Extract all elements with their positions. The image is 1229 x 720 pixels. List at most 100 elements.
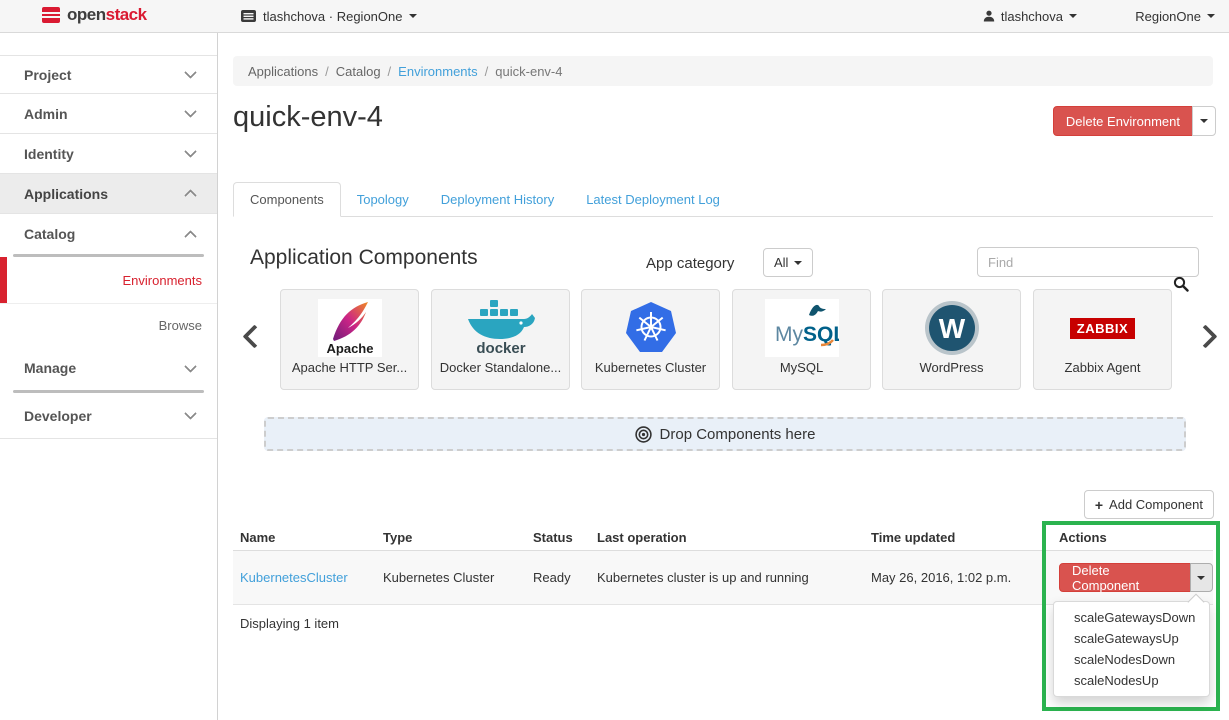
- plus-icon: +: [1095, 497, 1103, 513]
- sidebar-item-browse[interactable]: Browse: [0, 304, 217, 346]
- apache-logo-icon: Apache: [281, 296, 418, 360]
- breadcrumb-separator: /: [325, 64, 329, 79]
- kubernetes-logo-icon: [582, 296, 719, 360]
- page-title: quick-env-4: [233, 101, 383, 134]
- sidebar: Project Admin Identity Applications Cata…: [0, 33, 218, 720]
- sidebar-item-manage[interactable]: Manage: [0, 346, 217, 390]
- component-card-wordpress[interactable]: W WordPress: [882, 289, 1021, 390]
- chevron-down-icon: [409, 14, 417, 18]
- sidebar-item-developer[interactable]: Developer: [0, 393, 217, 439]
- section-heading: Application Components: [250, 246, 478, 270]
- component-card-label: WordPress: [883, 360, 1020, 375]
- target-icon: [635, 426, 652, 443]
- delete-environment-split-button: Delete Environment: [1053, 106, 1216, 136]
- drop-components-zone[interactable]: Drop Components here: [264, 417, 1186, 451]
- sidebar-item-applications[interactable]: Applications: [0, 174, 217, 214]
- component-card-label: Docker Standalone...: [432, 360, 569, 375]
- tab-latest-deployment-log[interactable]: Latest Deployment Log: [570, 183, 736, 216]
- menu-item-scale-nodes-up[interactable]: scaleNodesUp: [1054, 670, 1209, 691]
- sidebar-item-label: Catalog: [24, 226, 75, 242]
- sidebar-item-label: Identity: [24, 146, 74, 162]
- menu-item-scale-gateways-up[interactable]: scaleGatewaysUp: [1054, 628, 1209, 649]
- component-last-operation: Kubernetes cluster is up and running: [597, 570, 871, 585]
- column-header-type: Type: [383, 530, 533, 545]
- breadcrumb-applications: Applications: [248, 64, 318, 79]
- app-category-selected: All: [774, 255, 788, 270]
- delete-environment-button[interactable]: Delete Environment: [1053, 106, 1193, 136]
- column-header-last-operation: Last operation: [597, 530, 871, 545]
- delete-component-button[interactable]: Delete Component: [1059, 563, 1191, 592]
- component-type: Kubernetes Cluster: [383, 570, 533, 585]
- breadcrumb-environments-link[interactable]: Environments: [398, 64, 477, 79]
- add-component-label: Add Component: [1109, 497, 1203, 512]
- user-name: tlashchova: [1001, 9, 1063, 24]
- find-input[interactable]: [977, 247, 1199, 277]
- component-card-mysql[interactable]: MySQL. MySQL: [732, 289, 871, 390]
- openstack-wordmark: openstack: [67, 5, 147, 25]
- sidebar-item-environments[interactable]: Environments: [0, 257, 217, 304]
- column-header-status: Status: [533, 530, 597, 545]
- menu-item-scale-nodes-down[interactable]: scaleNodesDown: [1054, 649, 1209, 670]
- component-card-kubernetes[interactable]: Kubernetes Cluster: [581, 289, 720, 390]
- region-name: RegionOne: [1135, 9, 1201, 24]
- sidebar-item-identity[interactable]: Identity: [0, 134, 217, 174]
- app-category-label: App category: [646, 255, 734, 272]
- component-name-link[interactable]: KubernetesCluster: [240, 570, 348, 585]
- sidebar-item-catalog[interactable]: Catalog: [0, 214, 217, 254]
- openstack-logo[interactable]: openstack: [41, 5, 147, 25]
- search-icon[interactable]: [1173, 276, 1189, 297]
- carousel-left-arrow[interactable]: [242, 324, 266, 348]
- app-category-dropdown[interactable]: All: [763, 248, 813, 277]
- carousel-right-arrow[interactable]: [1193, 324, 1217, 348]
- wordpress-logo-icon: W: [883, 296, 1020, 360]
- component-time-updated: May 26, 2016, 1:02 p.m.: [871, 570, 1059, 585]
- chevron-down-icon: [184, 66, 197, 79]
- menu-item-scale-gateways-down[interactable]: scaleGatewaysDown: [1054, 607, 1209, 628]
- svg-text:docker: docker: [476, 340, 525, 357]
- mysql-logo-icon: MySQL.: [733, 296, 870, 360]
- sidebar-item-label: Manage: [24, 360, 76, 376]
- tab-bar: Components Topology Deployment History L…: [233, 182, 1213, 217]
- breadcrumb-separator: /: [485, 64, 489, 79]
- openstack-cube-icon: [41, 5, 61, 25]
- sidebar-item-label: Developer: [24, 408, 92, 424]
- column-header-name: Name: [233, 530, 383, 545]
- breadcrumb-catalog: Catalog: [336, 64, 381, 79]
- horizon-dashboard: openstack tlashchova · RegionOne tlashch…: [0, 0, 1229, 720]
- table-row: KubernetesCluster Kubernetes Cluster Rea…: [233, 551, 1213, 605]
- delete-component-dropdown-toggle[interactable]: [1190, 563, 1213, 592]
- sidebar-item-project[interactable]: Project: [0, 56, 217, 94]
- sidebar-item-admin[interactable]: Admin: [0, 94, 217, 134]
- breadcrumb-separator: /: [388, 64, 392, 79]
- component-card-label: MySQL: [733, 360, 870, 375]
- chevron-down-icon: [1207, 14, 1215, 18]
- svg-text:W: W: [938, 313, 965, 344]
- sidebar-item-label: Browse: [159, 318, 202, 333]
- component-card-zabbix[interactable]: ZABBIX Zabbix Agent: [1033, 289, 1172, 390]
- tab-deployment-history[interactable]: Deployment History: [425, 183, 570, 216]
- user-menu[interactable]: tlashchova: [983, 0, 1077, 32]
- drop-zone-label: Drop Components here: [660, 426, 816, 443]
- list-icon: [241, 10, 256, 22]
- chevron-down-icon: [184, 407, 197, 420]
- chevron-down-icon: [1200, 119, 1208, 123]
- sidebar-spacer: [0, 33, 217, 56]
- component-card-label: Zabbix Agent: [1034, 360, 1171, 375]
- chevron-down-icon: [1197, 576, 1205, 580]
- breadcrumb-current: quick-env-4: [495, 64, 562, 79]
- component-card-apache[interactable]: Apache Apache HTTP Ser...: [280, 289, 419, 390]
- breadcrumb: Applications / Catalog / Environments / …: [233, 56, 1213, 86]
- region-menu[interactable]: RegionOne: [1135, 0, 1215, 32]
- tab-components[interactable]: Components: [233, 182, 341, 217]
- sidebar-item-label: Environments: [123, 273, 202, 288]
- context-label: tlashchova · RegionOne: [263, 9, 402, 24]
- project-region-switcher[interactable]: tlashchova · RegionOne: [241, 0, 417, 32]
- chevron-down-icon: [184, 145, 197, 158]
- tab-topology[interactable]: Topology: [341, 183, 425, 216]
- add-component-button[interactable]: + Add Component: [1084, 490, 1214, 519]
- component-card-docker[interactable]: docker Docker Standalone...: [431, 289, 570, 390]
- delete-component-split-button: Delete Component: [1059, 563, 1213, 592]
- column-header-actions: Actions: [1059, 530, 1213, 545]
- chevron-down-icon: [184, 105, 197, 118]
- delete-environment-dropdown-toggle[interactable]: [1192, 106, 1216, 136]
